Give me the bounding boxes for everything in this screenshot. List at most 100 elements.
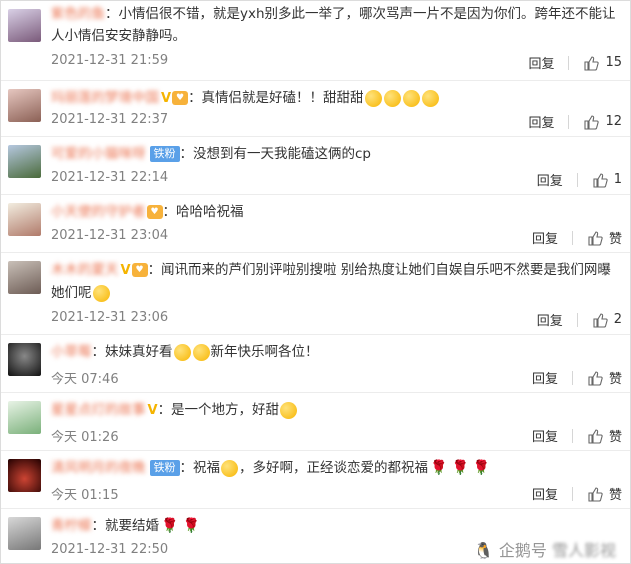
rose-icon: 🌹 [182,518,200,534]
comment-item: 小天使的守护者 ♥ ：哈哈哈祝福 2021-12-31 23:04 回复 赞 [1,195,630,253]
comment-username[interactable]: 木木的夏天 [51,259,119,281]
verified-v-icon: V [161,91,172,106]
avatar[interactable] [8,89,41,122]
thumbs-up-icon[interactable] [587,428,603,444]
avatar[interactable] [8,261,41,294]
fan-badge: 铁粉 [149,146,180,162]
comment-list: 紫色的鱼：小情侣很不错，就是yxh别多此一举了，哪次骂声一片不是因为你们。跨年还… [0,0,631,564]
avatar[interactable] [8,145,41,178]
comment-item: 星星点灯的故事 V：是一个地方，好甜 今天 01:26 回复 赞 [1,393,630,451]
divider [576,312,578,327]
comment-time: 今天 01:26 [51,430,119,445]
avatar[interactable] [8,203,41,236]
emoji-icon [173,343,191,361]
comment-time: 今天 01:15 [51,488,119,503]
emoji-icon [402,89,420,107]
comment-text: ：小情侣很不错，就是yxh别多此一举了，哪次骂声一片不是因为你们。跨年还不能让人… [51,6,616,44]
thumbs-up-icon[interactable] [587,370,603,386]
comment-item: 紫色的鱼：小情侣很不错，就是yxh别多此一举了，哪次骂声一片不是因为你们。跨年还… [1,1,630,81]
divider [571,428,573,443]
emoji-icon [192,343,210,361]
reply-button[interactable]: 回复 [532,484,558,503]
reply-button[interactable]: 回复 [537,310,563,329]
comment-text: ：哈哈哈祝福 [162,204,244,220]
fan-heart-icon: ♥ [146,205,163,219]
reply-button[interactable]: 回复 [537,170,563,189]
comment-username[interactable]: 小草莓 [51,341,92,363]
comment-username[interactable]: 清风明月的夜晚 [51,457,146,479]
comment-username[interactable]: 星星点灯的故事 [51,399,146,421]
like-count: 12 [605,114,622,129]
comment-time: 2021-12-31 23:04 [51,228,169,243]
divider [576,172,578,187]
emoji-icon [221,459,238,477]
comment-item: 小草莓：妹妹真好看 新年快乐啊各位！ 今天 07:46 回复 赞 [1,335,630,393]
emoji-icon [421,89,439,107]
comment-time: 2021-12-31 22:50 [51,542,169,557]
avatar[interactable] [8,343,41,376]
comment-text: ：没想到有一天我能磕这俩的cp [179,146,372,162]
avatar[interactable] [8,459,41,492]
comment-username[interactable]: 可爱的小猫咪呀 [51,143,146,165]
reply-button[interactable]: 回复 [532,426,558,445]
like-count: 赞 [608,232,622,247]
comment-item: 可爱的小猫咪呀 铁粉 ：没想到有一天我能磕这俩的cp 2021-12-31 22:1… [1,137,630,195]
fan-heart-icon: ♥ [172,91,189,105]
divider [571,370,573,385]
thumbs-up-icon[interactable] [592,172,608,188]
comment-username[interactable]: 玛丽莲的梦境中国 [51,87,159,109]
reply-button[interactable]: 回复 [532,368,558,387]
thumbs-up-icon[interactable] [583,114,600,130]
comment-text: ：妹妹真好看 [91,344,173,360]
emoji-icon [280,401,298,419]
comment-text: ：就要结婚 [91,518,160,534]
like-count: 赞 [608,488,622,503]
fan-heart-icon: ♥ [131,263,148,277]
watermark: 🐧 企鹅号 雪人影视 [474,537,616,561]
reply-button[interactable]: 回复 [528,53,554,72]
comment-time: 2021-12-31 22:37 [51,112,169,127]
avatar[interactable] [8,401,41,434]
thumbs-up-icon[interactable] [587,230,603,246]
watermark-brand: 企鹅号 [498,541,547,560]
comment-item: 木木的夏天 V ♥ ：闻讯而来的芦们别评啦别搜啦 别给热度让她们自娱自乐吧不然要是我们… [1,253,630,335]
avatar[interactable] [8,517,41,550]
like-count: 赞 [608,372,622,387]
comment-time: 2021-12-31 21:59 [51,53,169,68]
like-count: 赞 [608,430,622,445]
penguin-icon: 🐧 [473,541,494,560]
comment-text: ：是一个地方，好甜 [157,402,280,418]
like-count: 2 [613,312,622,327]
comment-username[interactable]: 小天使的守护者 [51,201,146,223]
rose-icon: 🌹 [451,460,469,476]
comment-item: 玛丽莲的梦境中国 V ♥ ：真情侣就是好磕！！甜甜甜 2021-12-31 22:37… [1,81,630,137]
divider [571,230,573,245]
reply-button[interactable]: 回复 [528,112,554,131]
rose-icon: 🌹 [472,460,491,476]
thumbs-up-icon[interactable] [583,55,600,71]
watermark-author: 雪人影视 [551,541,616,560]
comment-text: ：祝福 [179,460,221,476]
comment-text-2: 新年快乐啊各位！ [210,344,319,360]
like-count: 15 [605,55,622,70]
divider [568,55,570,70]
verified-v-icon: V [147,403,158,418]
like-count: 1 [613,172,622,187]
divider [568,114,570,129]
verified-v-icon: V [120,263,131,278]
comment-text-2: ，多好啊，正经谈恋爱的都祝福 [239,460,428,476]
comment-time: 2021-12-31 23:06 [51,310,169,325]
thumbs-up-icon[interactable] [587,486,603,502]
comment-username[interactable]: 紫色的鱼 [51,3,105,25]
avatar[interactable] [8,9,41,42]
emoji-icon [364,89,382,107]
comment-text: ：真情侣就是好磕！！甜甜甜 [188,90,364,106]
thumbs-up-icon[interactable] [592,312,608,328]
comment-item: 清风明月的夜晚 铁粉 ：祝福 ，多好啊，正经谈恋爱的都祝福 🌹 🌹 🌹 今天 01:15 回… [1,451,630,509]
comment-time: 2021-12-31 22:14 [51,170,169,185]
comment-username[interactable]: 青柠檬 [51,515,92,537]
divider [571,486,573,501]
fan-badge: 铁粉 [149,460,180,476]
rose-icon: 🌹 [430,460,448,476]
reply-button[interactable]: 回复 [532,228,558,247]
